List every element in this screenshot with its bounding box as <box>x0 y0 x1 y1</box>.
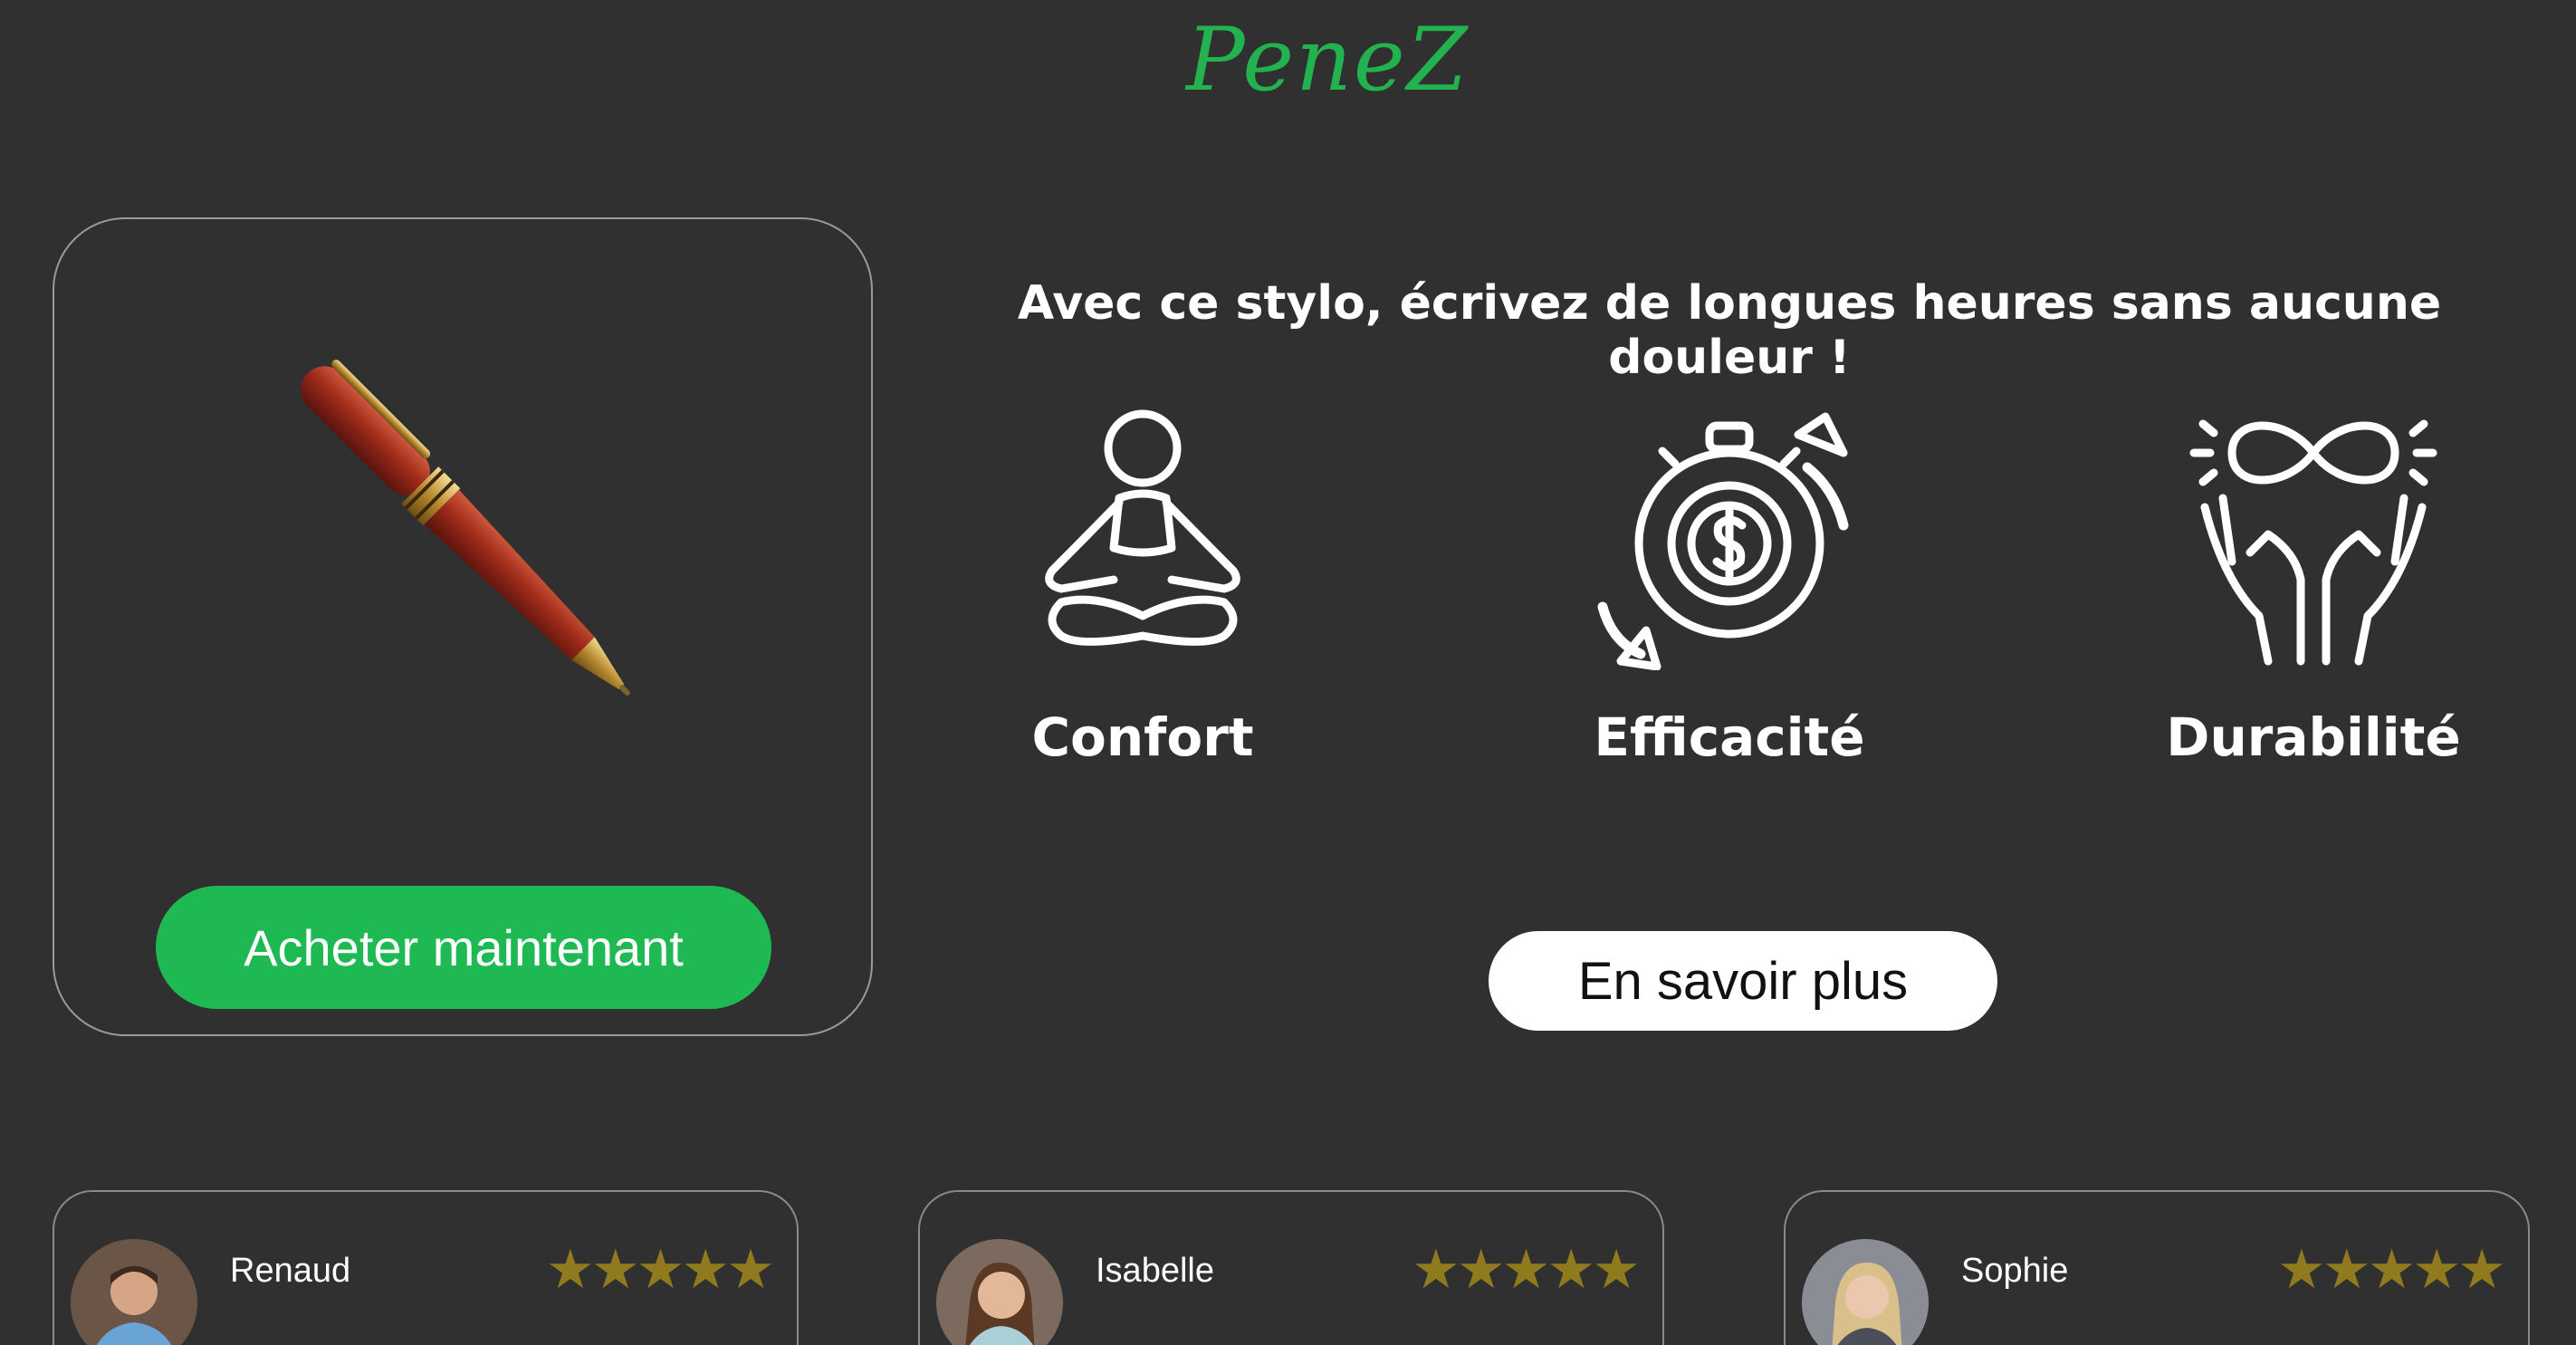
page: PeneZ Acheter maintenant Avec ce stylo, … <box>0 0 2576 1345</box>
reviewer-name: Renaud <box>230 1252 351 1290</box>
star-rating: ★★★★★ <box>1412 1239 1641 1300</box>
feature-confort: Confort <box>953 399 1333 768</box>
product-card: Acheter maintenant <box>53 217 873 1036</box>
review-card: Renaud ★★★★★ <box>53 1190 799 1345</box>
feature-label-efficacite: Efficacité <box>1594 706 1865 768</box>
hero-headline: Avec ce stylo, écrivez de longues heures… <box>1017 276 2442 385</box>
avatar <box>71 1239 197 1345</box>
buy-now-button[interactable]: Acheter maintenant <box>156 886 771 1009</box>
review-card: Sophie ★★★★★ <box>1784 1190 2530 1345</box>
brand-logo[interactable]: PeneZ <box>1186 9 1469 110</box>
star-rating: ★★★★★ <box>546 1239 775 1300</box>
feature-durabilite: Durabilité <box>2123 399 2504 768</box>
star-rating: ★★★★★ <box>2277 1239 2506 1300</box>
infinity-hands-icon <box>2189 419 2437 666</box>
avatar <box>1802 1239 1929 1345</box>
pen-image <box>217 310 761 817</box>
learn-more-button[interactable]: En savoir plus <box>1489 931 1997 1031</box>
avatar <box>936 1239 1063 1345</box>
money-stopwatch-icon <box>1597 412 1849 670</box>
feature-efficacite: Efficacité <box>1539 399 1920 768</box>
feature-label-confort: Confort <box>1031 706 1254 768</box>
meditation-icon <box>1045 409 1240 646</box>
review-card: Isabelle ★★★★★ <box>918 1190 1664 1345</box>
reviewer-name: Sophie <box>1961 1252 2069 1290</box>
reviewer-name: Isabelle <box>1096 1252 1214 1290</box>
feature-label-durabilite: Durabilité <box>2166 706 2461 768</box>
